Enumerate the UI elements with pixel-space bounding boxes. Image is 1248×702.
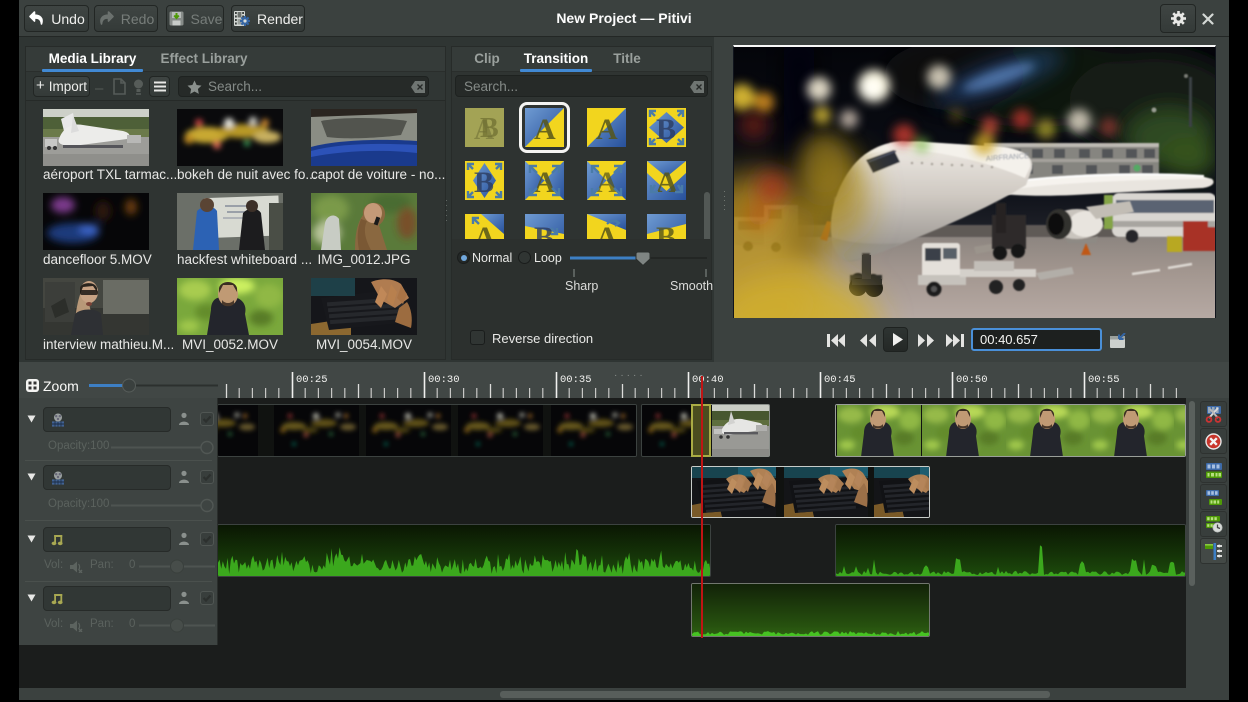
svg-text:B: B — [534, 221, 554, 239]
svg-text:B: B — [474, 166, 494, 199]
svg-text:B: B — [656, 113, 676, 146]
svg-text:A: A — [596, 113, 618, 146]
svg-text:00:55: 00:55 — [1088, 374, 1120, 386]
svg-text:B: B — [656, 221, 676, 239]
svg-text:00:40: 00:40 — [692, 374, 724, 386]
svg-text:A: A — [534, 113, 556, 146]
svg-text:A: A — [474, 115, 495, 146]
svg-text:00:25: 00:25 — [296, 374, 328, 386]
svg-text:A: A — [656, 166, 678, 199]
svg-text:00:45: 00:45 — [824, 374, 856, 386]
svg-text:00:35: 00:35 — [560, 374, 592, 386]
svg-text:00:50: 00:50 — [956, 374, 988, 386]
svg-text:00:30: 00:30 — [428, 374, 460, 386]
